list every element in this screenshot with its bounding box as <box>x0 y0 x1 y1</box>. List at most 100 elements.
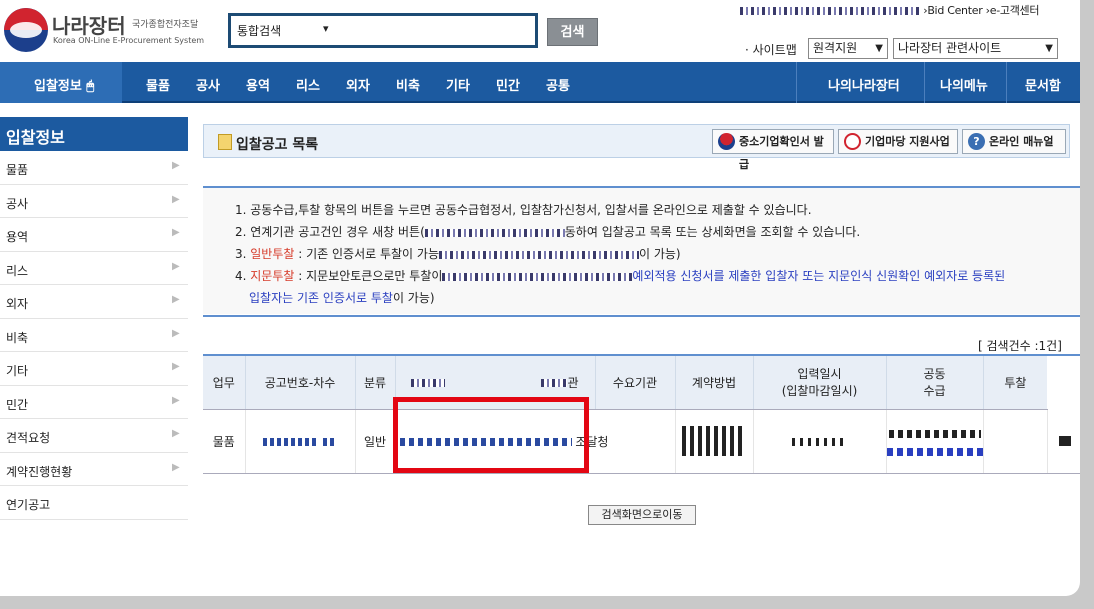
top-link-bid-center[interactable]: ›Bid Center <box>923 4 983 17</box>
help-icon: ? <box>968 133 985 150</box>
chevron-right-icon: ▶ <box>172 461 180 473</box>
logo-emblem-icon[interactable] <box>4 8 48 52</box>
notice-item-4: 4. 지문투찰 : 지문보안토큰으로만 투찰이 예외적용 신청서를 제출한 입찰자… <box>235 265 1005 287</box>
sidebar-item-label: 민간 <box>6 397 29 412</box>
customer-center-label: e-고객센터 <box>989 4 1040 17</box>
notice-4-end: 이 가능) <box>392 291 435 305</box>
online-manual-label: 온라인 매뉴얼 <box>989 135 1054 148</box>
nav-my-menu[interactable]: 나의메뉴 <box>940 75 988 94</box>
back-to-search-button[interactable]: 검색화면으로이동 <box>588 505 696 525</box>
cell-joint[interactable] <box>982 409 1048 474</box>
top-link-customer-center[interactable]: ›e-고객센터 <box>986 4 1040 17</box>
notice-4-blue: 예외적용 신청서를 제출한 입찰자 또는 지문인식 신원확인 예외자로 등록된 <box>632 269 1006 283</box>
emblem-icon <box>718 133 735 150</box>
business-support-button[interactable]: 기업마당 지원사업 <box>838 129 958 154</box>
search-type-select[interactable]: 통합검색 ▾ <box>237 22 337 40</box>
nav-service[interactable]: 용역 <box>246 75 270 94</box>
notice-3-num: 3. <box>235 247 251 261</box>
nav-etc[interactable]: 기타 <box>446 75 470 94</box>
chevron-right-icon: ▶ <box>172 428 180 439</box>
site-header: 나라장터 국가종합전자조달 Korea ON-Line E-Procuremen… <box>0 0 1080 62</box>
table-row[interactable]: 물품 일반 조달청 <box>203 409 1080 474</box>
search-button[interactable]: 검색 <box>547 18 598 46</box>
sidebar-item-label: 기타 <box>6 364 29 378</box>
logo-text[interactable]: 나라장터 <box>52 10 126 39</box>
notice-2-pre: 2. 연계기관 공고건인 경우 새창 버튼( <box>235 225 425 239</box>
sidebar-item-foreign[interactable]: 외자 ▶ <box>0 285 188 319</box>
top-links: ›Bid Center ›e-고객센터 <box>740 2 1039 18</box>
sidebar-item-quote-request[interactable]: 견적요청 ▶ <box>0 419 188 453</box>
chevron-right-icon: ▶ <box>172 227 180 238</box>
nav-bid-info[interactable]: 입찰정보 🖱 <box>0 62 122 103</box>
sidebar-item-label: 비축 <box>6 330 29 345</box>
sidebar-title: 입찰정보 <box>0 117 188 151</box>
sidebar-item-construction[interactable]: 공사 ▶ <box>0 185 188 218</box>
nav-construction[interactable]: 공사 <box>196 75 220 94</box>
nav-divider <box>1006 62 1007 103</box>
bid-icon[interactable] <box>1059 436 1072 447</box>
col-header: 업무 <box>203 355 245 410</box>
chevron-down-icon: ▾ <box>323 22 329 35</box>
nav-goods[interactable]: 물품 <box>146 75 170 94</box>
notice-3-rest: : 기존 인증서로 투찰이 가능 <box>294 247 439 261</box>
blurred-text <box>791 437 848 446</box>
blurred-links <box>740 7 920 15</box>
chevron-right-icon: ▶ <box>172 394 180 406</box>
document-icon <box>218 134 232 150</box>
col-header: 투찰 <box>982 355 1048 410</box>
page-title: 입찰공고 목록 <box>236 137 319 153</box>
notice-4-rest: : 지문보안토큰으로만 투찰이 <box>294 269 443 283</box>
nav-stockpile[interactable]: 비축 <box>396 75 420 94</box>
sidebar-item-etc[interactable]: 기타 ▶ <box>0 352 188 386</box>
sidebar-item-stockpile[interactable]: 비축 ▶ <box>0 319 188 352</box>
chevron-right-icon: ▶ <box>172 260 180 272</box>
business-support-label: 기업마당 지원사업 <box>865 135 950 148</box>
sidebar-item-service[interactable]: 용역 ▶ <box>0 218 188 252</box>
chevron-down-icon: ▼ <box>1045 43 1053 54</box>
main-content: 입찰공고 목록 중소기업확인서 발급 기업마당 지원사업 ? 온라인 매뉴얼 1.… <box>188 104 1080 596</box>
sme-certificate-label: 중소기업확인서 발급 <box>739 135 824 171</box>
col-header: 입력일시 (입찰마감일시) <box>752 355 886 410</box>
sidebar-item-goods[interactable]: 물품 ▶ <box>0 151 188 185</box>
nav-document-box[interactable]: 문서함 <box>1025 75 1061 94</box>
nav-bid-info-label: 입찰정보 <box>34 79 82 94</box>
nav-my-narajangter[interactable]: 나의나라장터 <box>828 75 900 94</box>
nav-foreign[interactable]: 외자 <box>346 75 370 94</box>
notice-item-4-cont: 입찰자는 기존 인증서로 투찰이 가능) <box>235 287 1005 309</box>
sidebar-item-label: 공사 <box>6 196 29 211</box>
sidebar-item-label: 용역 <box>6 230 29 244</box>
cell-bid-number[interactable] <box>244 409 355 474</box>
cell-bid-submit[interactable] <box>1046 409 1080 474</box>
col-header: 계약방법 <box>674 355 753 410</box>
search-type-value: 통합검색 <box>237 24 282 38</box>
main-nav: 입찰정보 🖱 물품 공사 용역 리스 외자 비축 기타 민간 공통 나의나라장터… <box>0 62 1080 103</box>
bid-list-table: 업무 공고번호-차수 분류 관 수요기관 계약방법 입력일시 (입찰마감일시) … <box>203 354 1080 474</box>
remote-support-select[interactable]: 원격지원 ▼ <box>808 38 888 59</box>
sidebar-item-contract-status[interactable]: 계약진행현황 ▶ <box>0 453 188 486</box>
col-header: 공동 수급 <box>885 355 983 410</box>
sidebar-item-lease[interactable]: 리스 ▶ <box>0 252 188 285</box>
chevron-down-icon: ▼ <box>875 43 883 54</box>
search-box[interactable]: 통합검색 ▾ <box>228 13 538 48</box>
nav-divider <box>924 62 925 103</box>
sme-certificate-button[interactable]: 중소기업확인서 발급 <box>712 129 834 171</box>
nav-lease[interactable]: 리스 <box>296 75 320 94</box>
related-sites-select[interactable]: 나라장터 관련사이트 ▼ <box>893 38 1058 59</box>
notice-3-red: 일반투찰 <box>250 247 295 261</box>
page-title-bar: 입찰공고 목록 중소기업확인서 발급 기업마당 지원사업 ? 온라인 매뉴얼 <box>203 124 1070 171</box>
online-manual-button[interactable]: ? 온라인 매뉴얼 <box>962 129 1066 154</box>
cell-demand-org <box>674 409 753 474</box>
sidebar-item-private[interactable]: 민간 ▶ <box>0 386 188 419</box>
nav-common[interactable]: 공통 <box>546 75 570 94</box>
sidebar-item-postponed[interactable]: 연기공고 <box>0 486 188 520</box>
sidebar-item-label: 리스 <box>6 263 29 278</box>
notice-list: 1. 공동수급,투찰 항목의 버튼을 누르면 공동수급협정서, 입찰참가신청서,… <box>235 199 1005 309</box>
cell-category: 일반 <box>354 409 395 474</box>
logo-subtitle: 국가종합전자조달 <box>132 20 199 30</box>
sitemap-link[interactable]: · 사이트맵 <box>745 41 797 58</box>
blurred-text <box>322 437 337 446</box>
nav-private[interactable]: 민간 <box>496 75 520 94</box>
notice-box: 1. 공동수급,투찰 항목의 버튼을 누르면 공동수급협정서, 입찰참가신청서,… <box>203 186 1080 314</box>
notice-4-blue2: 입찰자는 기존 인증서로 투찰 <box>249 291 393 305</box>
bid-center-label: Bid Center <box>927 4 983 17</box>
